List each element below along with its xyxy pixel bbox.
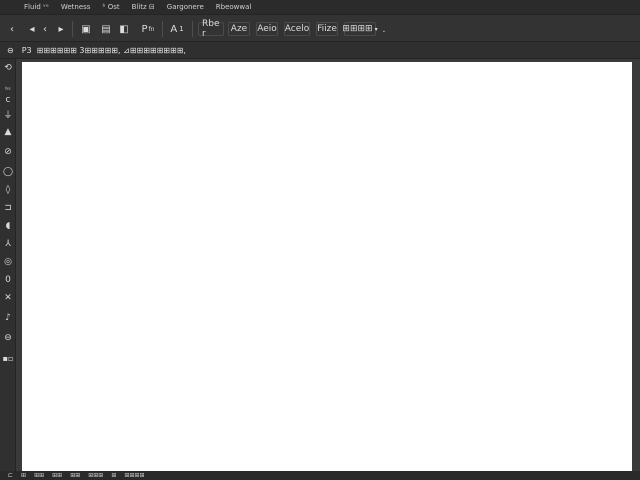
color-swatches-icon[interactable]: ▪▫ bbox=[0, 351, 16, 365]
preset-button-1[interactable]: Rbe r bbox=[198, 19, 224, 39]
menu-item-6[interactable]: Rbeowwal bbox=[210, 3, 258, 11]
preset-button-4[interactable]: Acelo bbox=[284, 22, 310, 36]
pen-icon[interactable]: ◯ bbox=[0, 165, 16, 179]
toolbar-trailing-dot: . bbox=[382, 23, 386, 35]
toolbar-divider bbox=[72, 21, 73, 37]
status-item-7: ⊞ bbox=[111, 472, 117, 479]
save-icon[interactable]: ▣ bbox=[80, 22, 92, 36]
dodge-icon[interactable]: 0 bbox=[0, 273, 16, 287]
zoom-icon[interactable]: ✕ bbox=[0, 291, 16, 305]
canvas-area bbox=[16, 59, 640, 471]
status-item-3: ⊞⊞ bbox=[34, 472, 45, 479]
rotate-icon[interactable]: ⊖ bbox=[0, 331, 16, 345]
menu-item-3[interactable]: ᵇ Ost bbox=[96, 3, 125, 11]
status-item-6: ⊞⊞⊞ bbox=[88, 472, 104, 479]
toolbar: ‹ ◂ ‹ ▸ ▣ ▤ ◧ Pfn A1 Rbe r Aze Aeio Acel… bbox=[0, 14, 640, 42]
a-sub: 1 bbox=[179, 25, 184, 33]
status-item-1: ⊏ bbox=[8, 472, 14, 479]
export-icon[interactable]: ▤ bbox=[100, 22, 112, 36]
toolbar-divider-2 bbox=[162, 21, 163, 37]
swatch-icon[interactable]: ♪ bbox=[0, 311, 16, 325]
brush-icon[interactable]: c bbox=[0, 93, 16, 107]
options-path-text: ⊞⊞⊞⊞⊞⊞ 3⊞⊞⊞⊞⊞, ⊿⊞⊞⊞⊞⊞⊞⊞⊞, bbox=[36, 45, 186, 55]
prev-icon[interactable]: ‹ bbox=[40, 22, 50, 36]
tools-panel: ⟲ ᵇˢ c ⏚ ▲ ⊘ ◯ ◊ ⊐ ◖ ⅄ ◎ 0 ✕ ♪ ⊖ ▪▫ bbox=[0, 59, 16, 471]
eraser-icon[interactable]: ⊐ bbox=[0, 201, 16, 215]
smudge-icon[interactable]: ▲ bbox=[0, 125, 16, 139]
text-tool-icon[interactable]: ◊ bbox=[0, 183, 16, 197]
back-icon[interactable]: ‹ bbox=[6, 22, 18, 36]
options-bar: ⊖ P3 ⊞⊞⊞⊞⊞⊞ 3⊞⊞⊞⊞⊞, ⊿⊞⊞⊞⊞⊞⊞⊞⊞, bbox=[0, 42, 640, 59]
toolbar-divider-3 bbox=[192, 21, 193, 37]
share-icon[interactable]: ◧ bbox=[118, 22, 130, 36]
status-item-4: ⊞⊞ bbox=[52, 472, 63, 479]
preset-button-2[interactable]: Aze bbox=[228, 22, 250, 36]
menu-item-2[interactable]: Wetness bbox=[55, 3, 97, 11]
lasso-icon[interactable]: ⟲ bbox=[0, 61, 16, 75]
menu-item-4[interactable]: Blitz ⊟ bbox=[126, 3, 161, 11]
menu-bar: Fluid ᵛᵉ Wetness ᵇ Ost Blitz ⊟ Gargonere… bbox=[0, 0, 640, 14]
menu-item-1[interactable]: Fluid ᵛᵉ bbox=[0, 3, 55, 11]
stamp-icon[interactable]: ◎ bbox=[0, 255, 16, 269]
p-tool-button[interactable]: Pfn bbox=[138, 22, 158, 36]
forward-icon[interactable]: ◂ bbox=[26, 22, 38, 36]
a-tool-button[interactable]: A1 bbox=[168, 22, 186, 36]
p-sub: fn bbox=[148, 25, 155, 33]
p-label: P bbox=[141, 23, 148, 35]
shape-icon[interactable]: ⊘ bbox=[0, 145, 16, 159]
preset-button-3[interactable]: Aeio bbox=[256, 22, 278, 36]
blur-icon[interactable]: ⅄ bbox=[0, 237, 16, 251]
play-icon[interactable]: ▸ bbox=[56, 22, 66, 36]
status-item-8: ⊞⊞⊞⊞ bbox=[124, 472, 145, 479]
gradient-icon[interactable]: ◖ bbox=[0, 219, 16, 233]
preset-dropdown[interactable]: ⊞⊞⊞⊞ ▾ bbox=[342, 22, 378, 36]
preset-dropdown-label: ⊞⊞⊞⊞ bbox=[342, 24, 373, 34]
options-label: P3 bbox=[21, 45, 32, 55]
a-label: A bbox=[170, 23, 178, 35]
status-item-2: ⊞ bbox=[21, 472, 27, 479]
options-gear-icon[interactable]: ⊖ bbox=[7, 46, 14, 55]
drawing-canvas[interactable] bbox=[22, 62, 632, 471]
status-item-5: ⊞⊞ bbox=[70, 472, 81, 479]
drop-icon[interactable]: ⏚ bbox=[0, 107, 16, 121]
status-bar: ⊏ ⊞ ⊞⊞ ⊞⊞ ⊞⊞ ⊞⊞⊞ ⊞ ⊞⊞⊞⊞ bbox=[0, 471, 640, 480]
preset-button-5[interactable]: Fiize bbox=[316, 22, 338, 36]
menu-item-5[interactable]: Gargonere bbox=[161, 3, 210, 11]
chevron-down-icon: ▾ bbox=[374, 25, 378, 33]
